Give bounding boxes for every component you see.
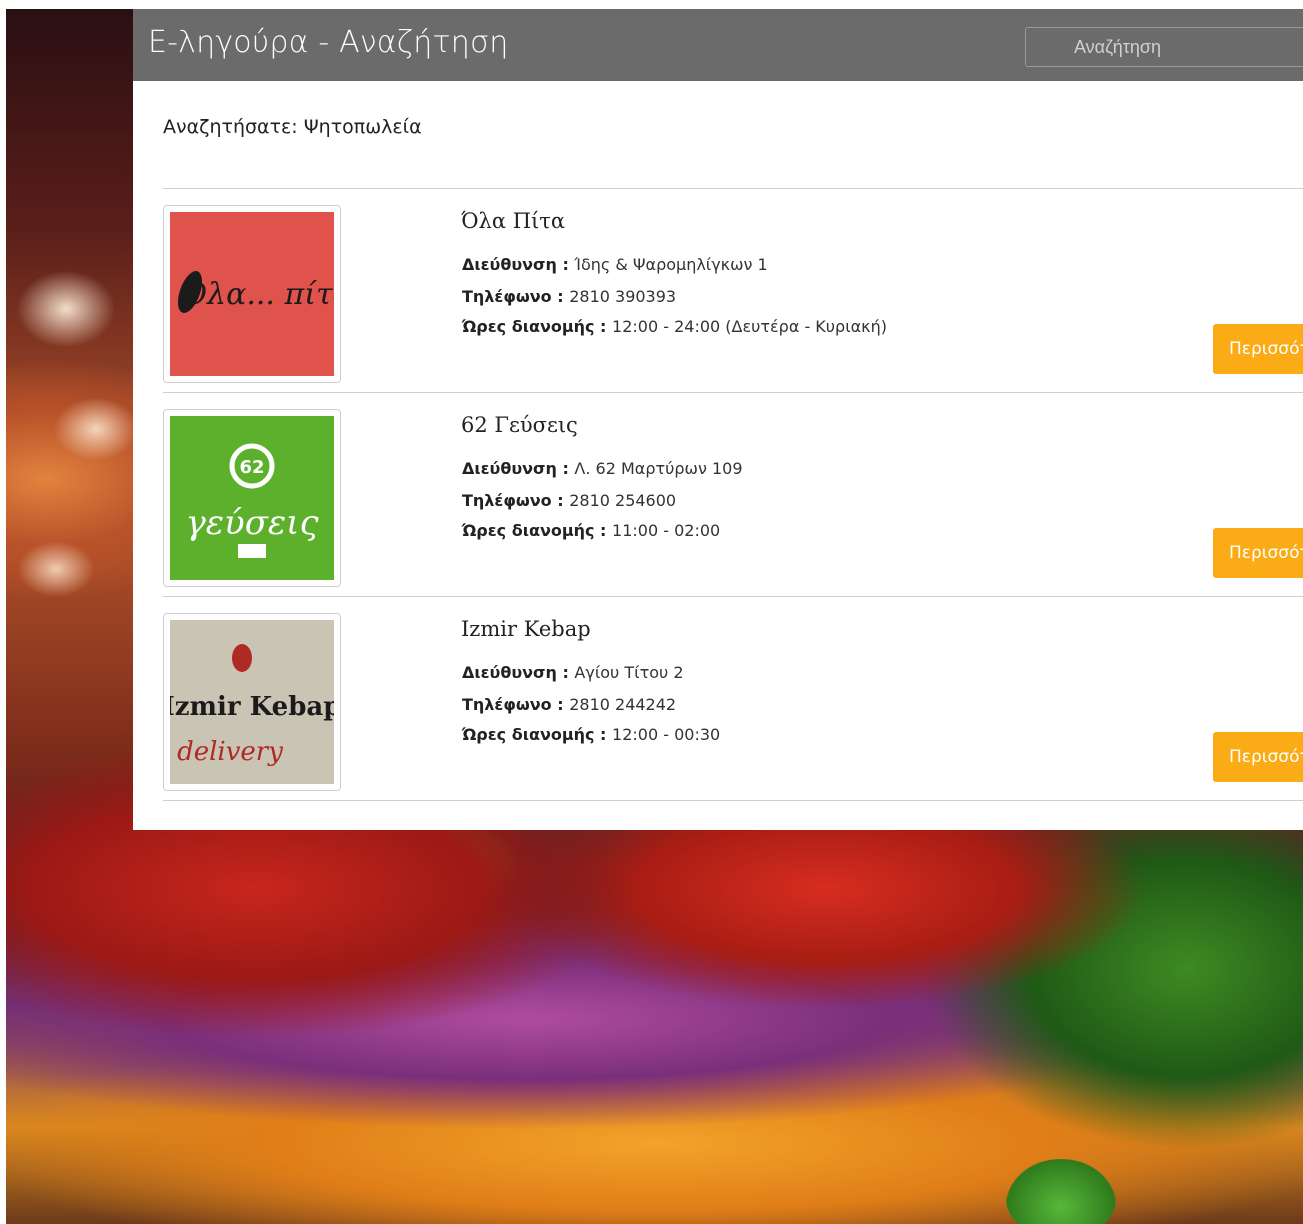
svg-text:62: 62 <box>239 457 264 478</box>
restaurant-logo-thumbnail[interactable]: Izmir Kebap delivery <box>163 613 341 791</box>
lettuce-leaf-decoration <box>1006 1159 1116 1224</box>
phone-label: Τηλέφωνο <box>462 695 552 714</box>
62-geuseis-logo-text: γεύσεις <box>185 503 319 543</box>
phone-label: Τηλέφωνο <box>462 491 552 510</box>
phone-value: 2810 244242 <box>569 695 677 714</box>
phone-line: Τηλέφωνο : 2810 390393 <box>462 287 677 306</box>
restaurant-name[interactable]: Όλα Πίτα <box>461 209 565 233</box>
search-summary-query: Ψητοπωλεία <box>303 116 422 138</box>
address-label: Διεύθυνση <box>462 255 557 274</box>
hours-line: Ώρες διανομής : 12:00 - 24:00 (Δευτέρα -… <box>462 317 887 336</box>
address-line: Διεύθυνση : Λ. 62 Μαρτύρων 109 <box>462 459 743 478</box>
restaurant-logo-thumbnail[interactable]: 62 γεύσεις <box>163 409 341 587</box>
hours-label: Ώρες διανομής <box>462 521 595 540</box>
more-button[interactable]: Περισσότερα <box>1213 528 1303 578</box>
address-label: Διεύθυνση <box>462 459 557 478</box>
address-label: Διεύθυνση <box>462 663 557 682</box>
address-value: Λ. 62 Μαρτύρων 109 <box>574 459 743 478</box>
restaurant-name[interactable]: Izmir Kebap <box>461 617 591 641</box>
address-value: Ίδης & Ψαρομηλίγκων 1 <box>574 255 768 274</box>
search-summary: Αναζητήσατε: Ψητοπωλεία <box>163 116 422 138</box>
result-item: 62 γεύσεις 62 Γεύσεις Διεύθυνση : Λ. 62 … <box>163 393 1303 597</box>
phone-value: 2810 390393 <box>569 287 677 306</box>
phone-value: 2810 254600 <box>569 491 677 510</box>
phone-line: Τηλέφωνο : 2810 244242 <box>462 695 677 714</box>
phone-label: Τηλέφωνο <box>462 287 552 306</box>
address-line: Διεύθυνση : Ίδης & Ψαρομηλίγκων 1 <box>462 255 768 274</box>
page-title: Ε-ληγούρα - Αναζήτηση <box>148 25 509 60</box>
more-button[interactable]: Περισσότερα <box>1213 732 1303 782</box>
ola-pita-logo-text: Όλα... πίτα! <box>182 277 334 312</box>
restaurant-logo-thumbnail[interactable]: Όλα... πίτα! <box>163 205 341 383</box>
ola-pita-logo: Όλα... πίτα! <box>170 212 334 376</box>
hours-label: Ώρες διανομής <box>462 317 595 336</box>
hours-value: 12:00 - 24:00 (Δευτέρα - Κυριακή) <box>612 317 887 336</box>
more-button[interactable]: Περισσότερα <box>1213 324 1303 374</box>
restaurant-name[interactable]: 62 Γεύσεις <box>461 413 578 437</box>
page-header: Ε-ληγούρα - Αναζήτηση <box>133 9 1303 81</box>
results-panel: Ε-ληγούρα - Αναζήτηση Αναζητήσατε: Ψητοπ… <box>133 9 1303 830</box>
hours-value: 12:00 - 00:30 <box>612 725 721 744</box>
search-input[interactable] <box>1025 27 1303 67</box>
address-value: Αγίου Τίτου 2 <box>574 663 684 682</box>
result-item: Όλα... πίτα! Όλα Πίτα Διεύθυνση : Ίδης &… <box>163 189 1303 393</box>
svg-text:delivery: delivery <box>177 737 283 767</box>
result-item: Izmir Kebap delivery Izmir Kebap Διεύθυν… <box>163 597 1303 801</box>
divider <box>163 800 1303 801</box>
62-geuseis-logo: 62 γεύσεις <box>170 416 334 580</box>
hours-line: Ώρες διανομής : 11:00 - 02:00 <box>462 521 721 540</box>
hours-label: Ώρες διανομής <box>462 725 595 744</box>
izmir-kebap-logo-text: Izmir Kebap <box>170 692 334 722</box>
address-line: Διεύθυνση : Αγίου Τίτου 2 <box>462 663 684 682</box>
search-summary-label: Αναζητήσατε: <box>163 116 298 138</box>
phone-line: Τηλέφωνο : 2810 254600 <box>462 491 677 510</box>
hours-line: Ώρες διανομής : 12:00 - 00:30 <box>462 725 721 744</box>
izmir-kebap-logo: Izmir Kebap delivery <box>170 620 334 784</box>
hours-value: 11:00 - 02:00 <box>612 521 721 540</box>
